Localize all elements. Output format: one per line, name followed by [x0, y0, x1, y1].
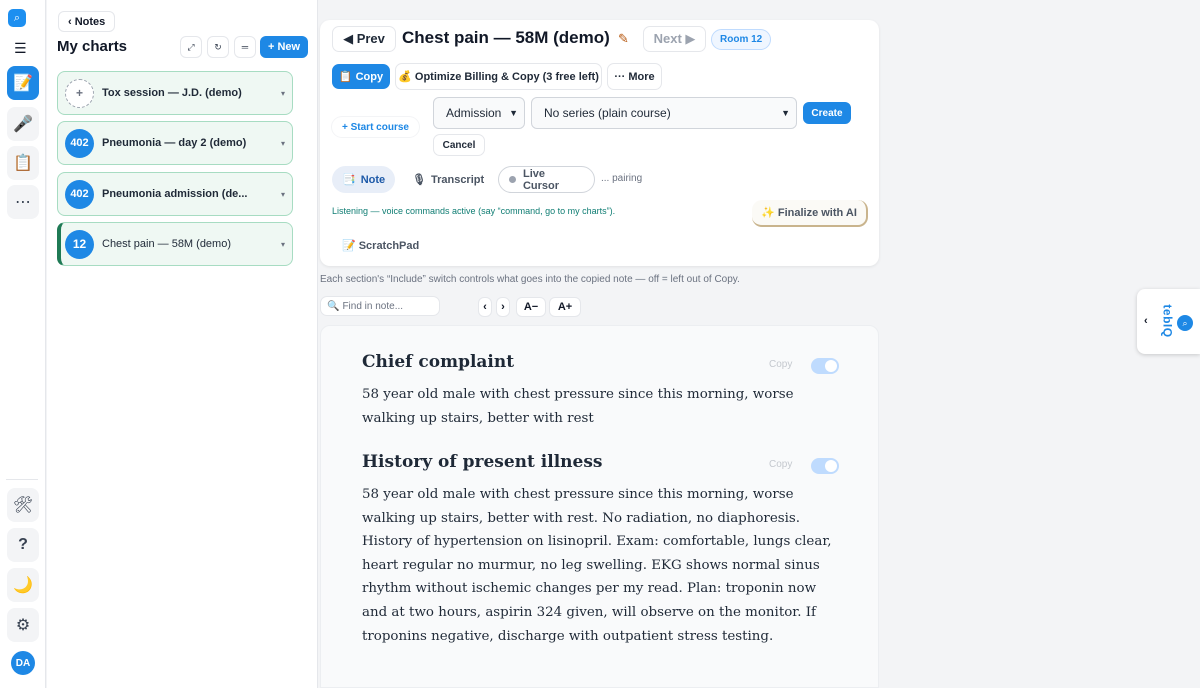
chart-badge: + [65, 78, 94, 108]
chart-title: Pneumonia admission (de... [102, 188, 248, 200]
tools-icon[interactable]: 🛠 [7, 488, 39, 522]
chevron-down-icon[interactable]: ▾ [274, 240, 292, 249]
chart-header-card: ◀ Prev Chest pain — 58M (demo) ✎ Next ▶ … [320, 20, 879, 266]
find-next-button[interactable]: › [496, 297, 510, 317]
left-rail: ⌕ ☰ 📝 🎤 📋 ⋯ 🛠 ? 🌙 ⚙ DA [0, 0, 46, 688]
scratchpad-button[interactable]: 📝 ScratchPad [342, 239, 419, 252]
charts-title: My charts [57, 38, 128, 55]
next-button[interactable]: Next ▶ [643, 26, 706, 52]
tab-transcript-label: Transcript [430, 173, 485, 186]
section-title: History of present illness [362, 452, 603, 472]
finalize-ai-button[interactable]: ✨ Finalize with AI [752, 200, 868, 227]
brand-logo: tebIQ [1160, 304, 1175, 338]
section-text[interactable]: 58 year old male with chest pressure sin… [362, 383, 842, 430]
chevron-down-icon[interactable]: ▾ [274, 139, 292, 148]
scratchpad-icon: 📝 [342, 240, 356, 252]
chevron-down-icon: ▼ [781, 108, 790, 118]
chart-badge: 402 [65, 128, 94, 158]
optimize-billing-button[interactable]: 💰 Optimize Billing & Copy (3 free left) [395, 63, 602, 90]
course-type-value: Admission [446, 106, 502, 120]
course-type-select[interactable]: Admission ▼ [433, 97, 525, 129]
scratchpad-label: ScratchPad [358, 240, 420, 252]
charts-panel: ‹ Notes My charts ⤢ ↻ ═ + New + Tox sess… [47, 0, 318, 688]
expand-icon[interactable]: ⤢ [180, 36, 202, 58]
include-copy-label: Copy [769, 359, 793, 370]
tab-note-label: Note [360, 173, 386, 186]
live-cursor-label: Live Cursor [522, 167, 560, 192]
search-icon: 🔍 [327, 300, 340, 312]
more-button[interactable]: ··· More [607, 63, 662, 90]
course-series-select[interactable]: No series (plain course) ▼ [531, 97, 797, 129]
note-editor[interactable]: Chief complaint Copy 58 year old male wi… [320, 325, 879, 688]
chevron-down-icon[interactable]: ▾ [274, 89, 292, 98]
gear-icon[interactable]: ⚙ [7, 608, 39, 642]
moon-icon[interactable]: 🌙 [7, 568, 39, 602]
help-icon[interactable]: ? [7, 528, 39, 562]
tebiq-widget[interactable]: ‹ tebIQ ⌕ [1137, 289, 1200, 354]
include-hint: Each section's “Include” switch controls… [320, 274, 740, 285]
collapse-icon[interactable]: ═ [234, 36, 256, 58]
chart-title: Chest pain — 58M (demo) [102, 238, 231, 250]
chevron-down-icon[interactable]: ▾ [274, 190, 292, 199]
chart-badge: 12 [65, 229, 94, 259]
chevron-down-icon: ▼ [509, 108, 518, 118]
font-larger-button[interactable]: A+ [549, 297, 581, 317]
room-badge[interactable]: Room 12 [711, 29, 772, 50]
start-course-button[interactable]: + Start course [332, 117, 419, 137]
chart-title: Tox session — J.D. (demo) [102, 87, 242, 99]
microphone-icon[interactable]: 🎤 [7, 107, 39, 141]
pencil-icon[interactable]: ✎ [618, 31, 629, 47]
chart-item[interactable]: + Tox session — J.D. (demo) ▾ [57, 71, 293, 115]
chart-item-selected[interactable]: 12 Chest pain — 58M (demo) ▾ [57, 222, 293, 266]
font-smaller-button[interactable]: A− [516, 297, 546, 317]
search-icon[interactable]: ⌕ [8, 9, 26, 27]
chevron-left-icon[interactable]: ‹ [1144, 315, 1148, 327]
chart-item[interactable]: 402 Pneumonia — day 2 (demo) ▾ [57, 121, 293, 165]
chart-badge: 402 [65, 179, 94, 209]
more-icon[interactable]: ⋯ [7, 185, 39, 219]
cancel-course-button[interactable]: Cancel [433, 134, 485, 156]
find-placeholder: Find in note... [342, 300, 404, 312]
find-prev-button[interactable]: ‹ [478, 297, 492, 317]
clipboard-icon[interactable]: 📋 [7, 146, 39, 180]
include-toggle[interactable] [811, 458, 839, 474]
chart-title: Pneumonia — day 2 (demo) [102, 137, 247, 149]
include-toggle[interactable] [811, 358, 839, 374]
copy-button[interactable]: 📋 Copy [332, 64, 390, 89]
avatar[interactable]: DA [11, 651, 35, 675]
chart-item[interactable]: 402 Pneumonia admission (de... ▾ [57, 172, 293, 216]
note-icon: 📑 [342, 174, 356, 186]
course-series-value: No series (plain course) [544, 106, 671, 120]
menu-icon[interactable]: ☰ [14, 40, 27, 57]
section-title: Chief complaint [362, 352, 515, 372]
search-icon[interactable]: ⌕ [1177, 315, 1193, 331]
refresh-icon[interactable]: ↻ [207, 36, 229, 58]
status-dot-icon [509, 176, 516, 183]
create-course-button[interactable]: Create [803, 102, 851, 124]
tab-transcript[interactable]: 🎙 Transcript [402, 166, 488, 193]
microphone-icon: 🎙 [412, 174, 426, 186]
section-text[interactable]: 58 year old male with chest pressure sin… [362, 483, 842, 648]
new-chart-button[interactable]: + New [260, 36, 309, 58]
tab-note[interactable]: 📑 Note [332, 166, 395, 193]
pairing-status: ... pairing [601, 173, 643, 184]
find-in-note-input[interactable]: 🔍 Find in note... [320, 296, 440, 316]
prev-button[interactable]: ◀ Prev [332, 26, 396, 52]
include-copy-label: Copy [769, 459, 793, 470]
notes-back-button[interactable]: ‹ Notes [58, 11, 116, 32]
listening-status: Listening — voice commands active (say “… [332, 206, 616, 216]
live-cursor-button[interactable]: Live Cursor [498, 166, 595, 193]
patient-title: Chest pain — 58M (demo) [402, 28, 610, 47]
rail-divider [6, 479, 38, 480]
note-icon[interactable]: 📝 [7, 66, 39, 100]
